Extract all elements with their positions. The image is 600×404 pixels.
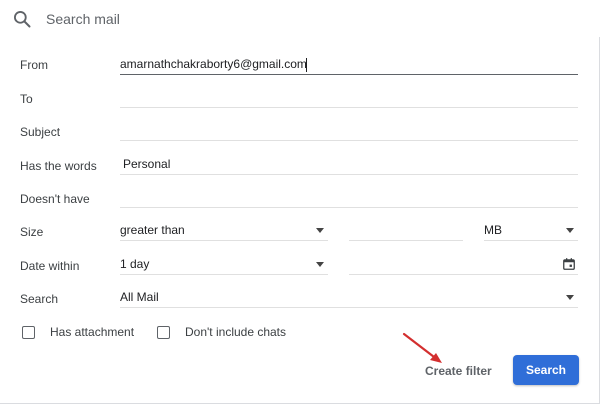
search-mail-input[interactable] — [46, 9, 566, 29]
has-words-field[interactable]: Personal — [120, 154, 578, 175]
to-field[interactable] — [120, 87, 578, 108]
from-field[interactable]: amarnathchakraborty6@gmail.com — [120, 54, 578, 75]
chevron-down-icon — [566, 295, 574, 300]
date-within-label: Date within — [20, 259, 80, 273]
search-scope-select[interactable]: All Mail — [120, 287, 578, 308]
has-words-label: Has the words — [20, 159, 97, 173]
size-operator-value: greater than — [120, 223, 185, 237]
date-field[interactable] — [349, 254, 578, 275]
search-button[interactable]: Search — [513, 355, 579, 385]
size-value-field[interactable] — [349, 220, 463, 241]
size-label: Size — [20, 225, 44, 239]
chevron-down-icon — [316, 228, 324, 233]
no-chats-label[interactable]: Don't include chats — [185, 325, 286, 339]
from-label: From — [20, 58, 48, 72]
doesnt-have-label: Doesn't have — [20, 192, 90, 206]
size-operator-select[interactable]: greater than — [120, 220, 328, 241]
subject-field[interactable] — [120, 120, 578, 141]
search-scope-value: All Mail — [120, 290, 159, 304]
to-label: To — [20, 92, 33, 106]
date-within-select[interactable]: 1 day — [120, 254, 328, 275]
chevron-down-icon — [566, 228, 574, 233]
search-scope-label: Search — [20, 292, 59, 306]
doesnt-have-field[interactable] — [120, 187, 578, 208]
size-unit-value: MB — [484, 223, 502, 237]
has-attachment-label[interactable]: Has attachment — [50, 325, 134, 339]
date-within-value: 1 day — [120, 257, 150, 271]
has-words-value: Personal — [123, 157, 171, 171]
search-bar — [0, 0, 600, 38]
chevron-down-icon — [316, 262, 324, 267]
has-attachment-checkbox[interactable] — [22, 326, 35, 339]
text-cursor — [306, 58, 307, 72]
search-icon[interactable] — [12, 9, 32, 29]
calendar-icon[interactable] — [562, 257, 576, 271]
from-value: amarnathchakraborty6@gmail.com — [120, 57, 307, 71]
size-unit-select[interactable]: MB — [484, 220, 578, 241]
no-chats-checkbox[interactable] — [157, 326, 170, 339]
subject-label: Subject — [20, 125, 61, 139]
create-filter-button[interactable]: Create filter — [425, 364, 492, 378]
